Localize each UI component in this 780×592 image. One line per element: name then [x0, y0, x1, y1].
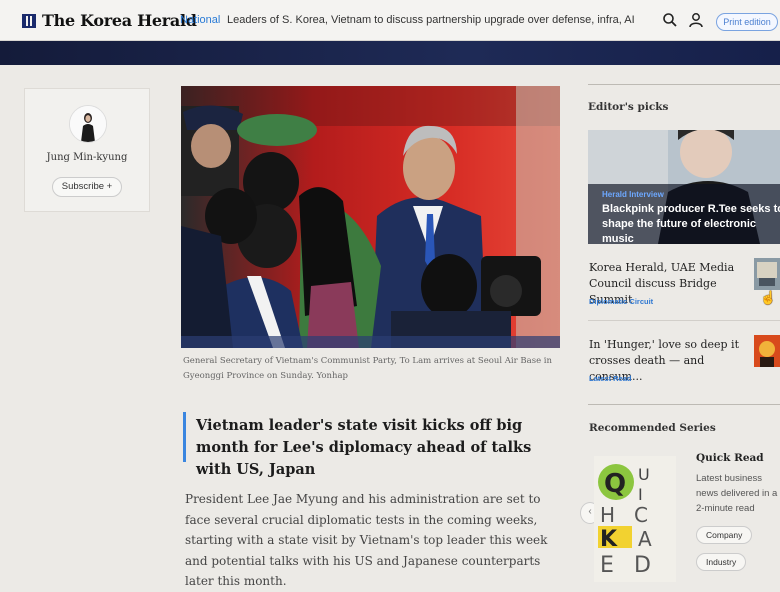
header-band: [0, 41, 780, 65]
headline-ticker[interactable]: Leaders of S. Korea, Vietnam to discuss …: [227, 14, 635, 26]
chip-industry[interactable]: Industry: [696, 553, 747, 571]
divider: [588, 320, 780, 321]
svg-text:C: C: [634, 503, 648, 527]
divider: [588, 84, 780, 85]
svg-text:E: E: [600, 553, 614, 578]
cursor-hand-icon: ☝: [760, 290, 777, 305]
svg-text:H: H: [600, 503, 615, 527]
divider: [588, 404, 780, 405]
pick-item-thumbnail[interactable]: [754, 335, 780, 367]
section-link-national[interactable]: National: [180, 14, 220, 26]
user-icon[interactable]: [688, 12, 704, 28]
author-name[interactable]: Jung Min-kyung: [25, 152, 149, 163]
logo-text: The Korea Herald: [42, 11, 197, 30]
site-logo[interactable]: The Korea Herald: [22, 11, 197, 30]
series-title[interactable]: Quick Read: [696, 452, 764, 464]
subscribe-button[interactable]: Subscribe +: [52, 177, 122, 197]
print-edition-button[interactable]: Print edition: [716, 13, 778, 31]
title-accent-bar: [183, 412, 186, 462]
pick-item-tag[interactable]: Diplomatic Circuit: [589, 297, 653, 306]
photo-caption: General Secretary of Vietnam's Communist…: [183, 356, 552, 381]
search-icon[interactable]: [662, 12, 678, 28]
svg-text:A: A: [638, 527, 652, 551]
author-avatar[interactable]: [69, 105, 107, 143]
svg-text:I: I: [638, 485, 643, 504]
article-lead: President Lee Jae Myung and his administ…: [185, 492, 548, 589]
author-card: Jung Min-kyung Subscribe +: [24, 88, 150, 212]
recommended-series-heading: Recommended Series: [589, 422, 716, 434]
series-description: Latest business news delivered in a 2-mi…: [696, 473, 778, 514]
svg-text:D: D: [634, 553, 651, 578]
svg-text:K: K: [600, 527, 618, 552]
svg-text:U: U: [638, 465, 650, 484]
featured-pick-card[interactable]: Herald Interview Blackpink producer R.Te…: [588, 130, 780, 244]
hero-photo[interactable]: [181, 86, 560, 348]
sidebar: Editor's picks Herald Interview Blackpin…: [580, 84, 780, 585]
logo-mark-icon: [22, 13, 36, 28]
svg-text:Q: Q: [604, 469, 626, 499]
chip-company[interactable]: Company: [696, 526, 753, 544]
editors-picks-heading: Editor's picks: [588, 101, 669, 113]
pick-item-tag[interactable]: Latest Read: [589, 374, 632, 383]
series-cover-image[interactable]: Q U I H C K A E D: [594, 456, 676, 582]
article-title: Vietnam leader's state visit kicks off b…: [196, 417, 532, 478]
featured-pick-tag: Herald Interview: [602, 190, 664, 199]
site-header: The Korea Herald National Leaders of S. …: [0, 0, 780, 41]
featured-pick-title[interactable]: Blackpink producer R.Tee seeks to shape …: [602, 202, 780, 244]
pick-item-thumbnail[interactable]: [754, 258, 780, 290]
